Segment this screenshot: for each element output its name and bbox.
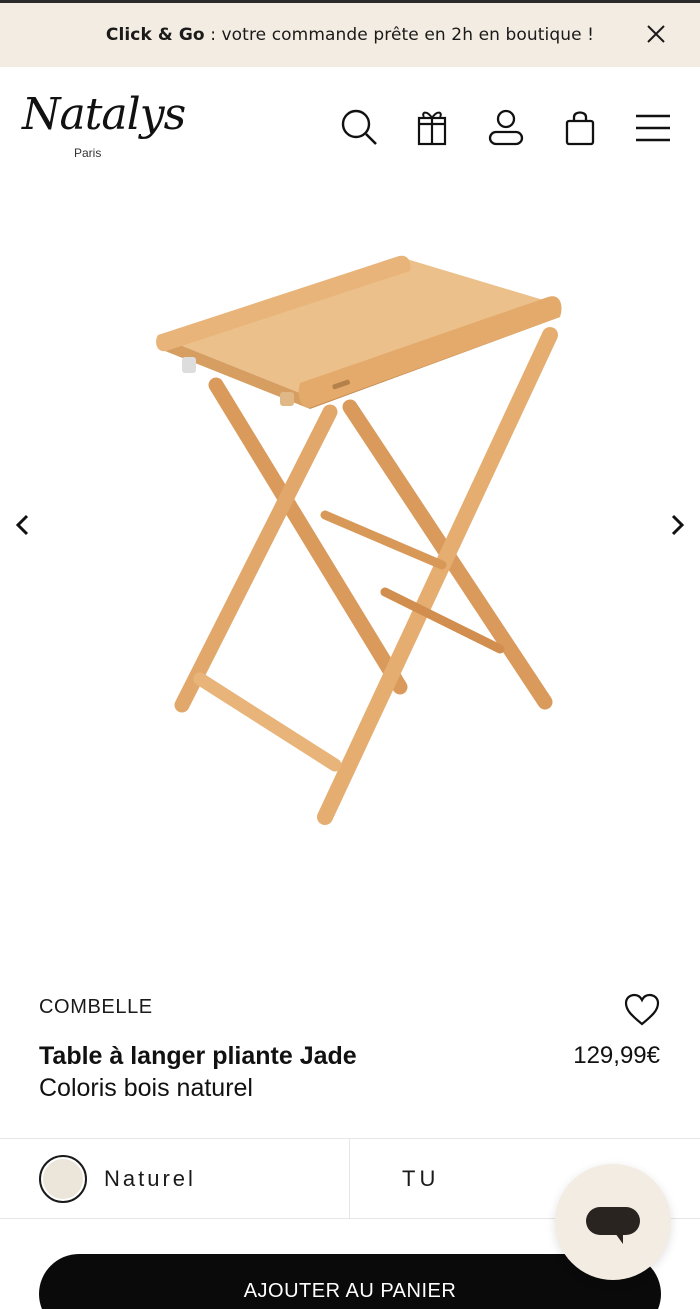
folding-changing-table-image xyxy=(156,255,562,825)
chevron-left-icon[interactable] xyxy=(8,510,38,540)
account-icon[interactable] xyxy=(486,107,526,147)
logo-text: Natalys xyxy=(22,89,186,140)
gift-icon[interactable] xyxy=(412,107,452,147)
size-label: TU xyxy=(402,1166,440,1191)
heart-icon[interactable] xyxy=(623,992,661,1028)
product-brand[interactable]: COMBELLE xyxy=(39,996,153,1019)
chat-bubble-icon xyxy=(586,1207,640,1244)
promo-text: Click & Go : votre commande prête en 2h … xyxy=(106,25,594,45)
menu-icon[interactable] xyxy=(634,107,674,147)
promo-banner: Click & Go : votre commande prête en 2h … xyxy=(0,3,700,67)
chat-button[interactable] xyxy=(555,1164,671,1280)
site-header: Natalys Paris xyxy=(0,67,700,192)
chevron-right-icon[interactable] xyxy=(662,510,692,540)
logo[interactable]: Natalys Paris xyxy=(22,93,186,165)
add-to-cart-label: AJOUTER AU PANIER xyxy=(243,1280,457,1302)
color-swatch[interactable] xyxy=(39,1155,87,1203)
close-icon[interactable] xyxy=(642,20,670,48)
logo-subtext: Paris xyxy=(74,146,102,160)
search-icon[interactable] xyxy=(339,107,379,147)
product-title: Table à langer pliante Jade xyxy=(39,1042,357,1070)
color-selector[interactable]: Naturel xyxy=(0,1139,350,1218)
product-info: COMBELLE Table à langer pliante Jade Col… xyxy=(0,982,700,1138)
promo-highlight: Click & Go xyxy=(105,25,205,45)
product-gallery xyxy=(0,192,700,982)
color-label: Naturel xyxy=(104,1166,196,1191)
bag-icon[interactable] xyxy=(560,107,600,147)
color-swatch-fill xyxy=(43,1159,83,1199)
product-price: 129,99€ xyxy=(573,1042,660,1069)
promo-message: : votre commande prête en 2h en boutique… xyxy=(204,25,595,45)
product-subtitle: Coloris bois naturel xyxy=(39,1074,253,1102)
